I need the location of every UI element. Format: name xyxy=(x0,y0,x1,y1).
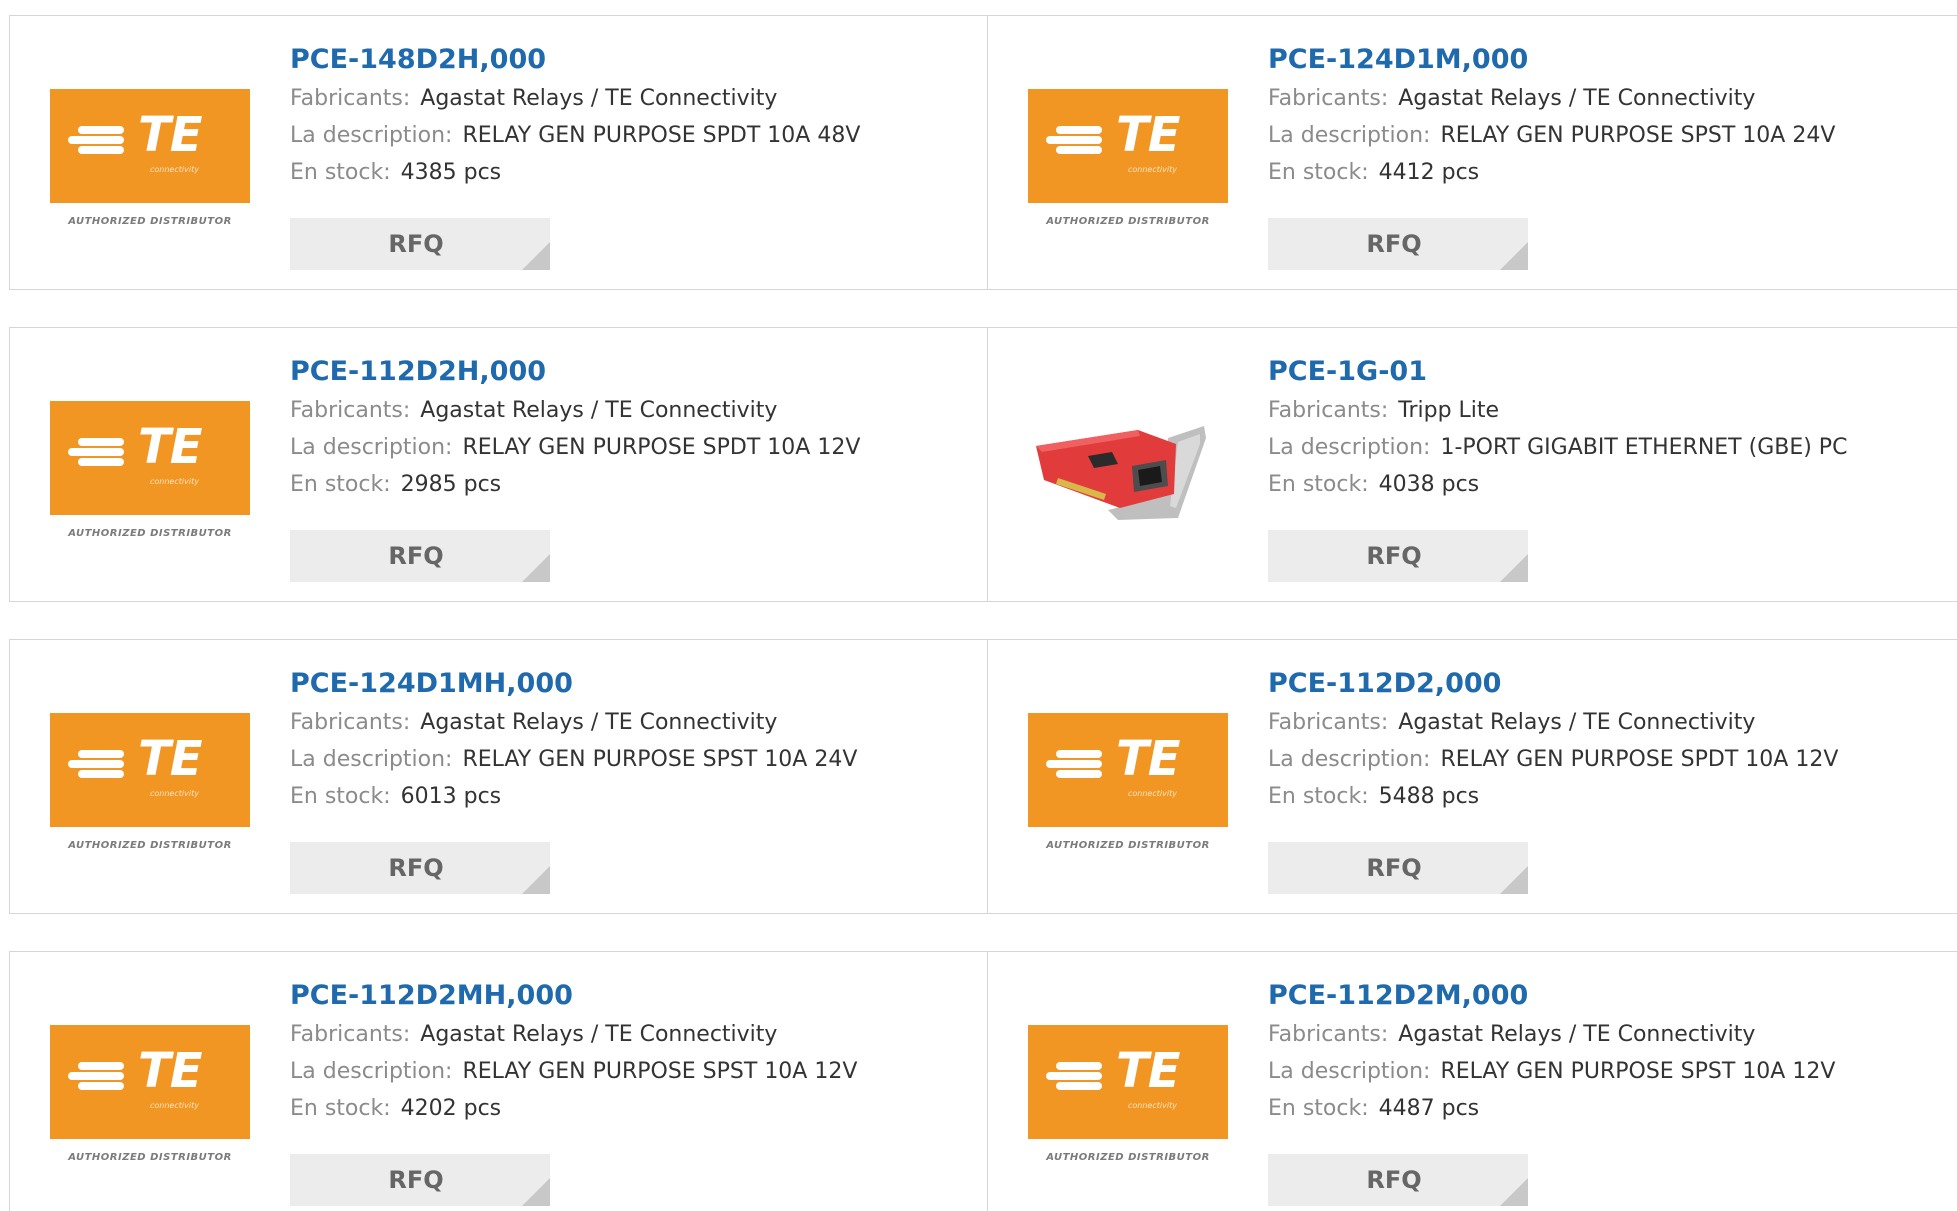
part-number-link[interactable]: PCE-148D2H,000 xyxy=(290,40,967,80)
product-row: TE connectivity AUTHORIZED DISTRIBUTOR PC… xyxy=(9,951,1957,1211)
rfq-button[interactable]: RFQ xyxy=(1268,842,1528,894)
stock-line: En stock: 4487 pcs xyxy=(1268,1096,1480,1121)
rfq-button[interactable]: RFQ xyxy=(1268,530,1528,582)
product-card: TE connectivity AUTHORIZED DISTRIBUTOR PC… xyxy=(988,952,1957,1211)
rfq-button[interactable]: RFQ xyxy=(1268,1154,1528,1206)
rfq-button[interactable]: RFQ xyxy=(290,842,550,894)
product-card: PCE-1G-01 Fabricants: Tripp Lite La descr… xyxy=(988,328,1957,601)
part-number-link[interactable]: PCE-112D2,000 xyxy=(1268,664,1938,704)
product-image[interactable]: TE connectivity AUTHORIZED DISTRIBUTOR xyxy=(50,992,250,1192)
manufacturer-line: Fabricants: Agastat Relays / TE Connectiv… xyxy=(1268,86,1756,111)
rfq-button[interactable]: RFQ xyxy=(290,218,550,270)
product-image[interactable] xyxy=(1028,368,1228,568)
product-image[interactable]: TE connectivity AUTHORIZED DISTRIBUTOR xyxy=(1028,680,1228,880)
rfq-button[interactable]: RFQ xyxy=(290,530,550,582)
part-number-link[interactable]: PCE-112D2M,000 xyxy=(1268,976,1938,1016)
part-number-link[interactable]: PCE-1G-01 xyxy=(1268,352,1938,392)
part-number-link[interactable]: PCE-112D2H,000 xyxy=(290,352,967,392)
stock-line: En stock: 4385 pcs xyxy=(290,160,502,185)
part-number-link[interactable]: PCE-124D1MH,000 xyxy=(290,664,967,704)
product-card: TE connectivity AUTHORIZED DISTRIBUTOR PC… xyxy=(10,952,988,1211)
product-image[interactable]: TE connectivity AUTHORIZED DISTRIBUTOR xyxy=(50,680,250,880)
network-card-image xyxy=(1028,368,1228,568)
product-card: TE connectivity AUTHORIZED DISTRIBUTOR PC… xyxy=(10,640,988,913)
description-line: La description: RELAY GEN PURPOSE SPDT 10… xyxy=(1268,747,1839,772)
product-card: TE connectivity AUTHORIZED DISTRIBUTOR PC… xyxy=(988,16,1957,289)
manufacturer-line: Fabricants: Agastat Relays / TE Connectiv… xyxy=(290,398,778,423)
stock-line: En stock: 4202 pcs xyxy=(290,1096,502,1121)
description-line: La description: RELAY GEN PURPOSE SPST 10… xyxy=(1268,1059,1836,1084)
product-image[interactable]: TE connectivity AUTHORIZED DISTRIBUTOR xyxy=(1028,56,1228,256)
product-row: TE connectivity AUTHORIZED DISTRIBUTOR PC… xyxy=(9,327,1957,602)
product-image[interactable]: TE connectivity AUTHORIZED DISTRIBUTOR xyxy=(1028,992,1228,1192)
part-number-link[interactable]: PCE-124D1M,000 xyxy=(1268,40,1938,80)
manufacturer-line: Fabricants: Agastat Relays / TE Connectiv… xyxy=(1268,1022,1756,1047)
product-card: TE connectivity AUTHORIZED DISTRIBUTOR PC… xyxy=(988,640,1957,913)
description-line: La description: RELAY GEN PURPOSE SPST 10… xyxy=(1268,123,1836,148)
te-connectivity-logo: TE connectivity AUTHORIZED DISTRIBUTOR xyxy=(1028,56,1228,256)
rfq-button[interactable]: RFQ xyxy=(290,1154,550,1206)
te-connectivity-logo: TE connectivity AUTHORIZED DISTRIBUTOR xyxy=(1028,992,1228,1192)
manufacturer-line: Fabricants: Agastat Relays / TE Connectiv… xyxy=(1268,710,1756,735)
stock-line: En stock: 6013 pcs xyxy=(290,784,502,809)
stock-line: En stock: 5488 pcs xyxy=(1268,784,1480,809)
manufacturer-line: Fabricants: Tripp Lite xyxy=(1268,398,1500,423)
stock-line: En stock: 4038 pcs xyxy=(1268,472,1480,497)
product-row: TE connectivity AUTHORIZED DISTRIBUTOR PC… xyxy=(9,15,1957,290)
rfq-button[interactable]: RFQ xyxy=(1268,218,1528,270)
description-line: La description: 1-PORT GIGABIT ETHERNET (… xyxy=(1268,435,1848,460)
te-connectivity-logo: TE connectivity AUTHORIZED DISTRIBUTOR xyxy=(50,56,250,256)
product-card: TE connectivity AUTHORIZED DISTRIBUTOR PC… xyxy=(10,16,988,289)
part-number-link[interactable]: PCE-112D2MH,000 xyxy=(290,976,967,1016)
manufacturer-line: Fabricants: Agastat Relays / TE Connectiv… xyxy=(290,1022,778,1047)
manufacturer-line: Fabricants: Agastat Relays / TE Connectiv… xyxy=(290,710,778,735)
product-card: TE connectivity AUTHORIZED DISTRIBUTOR PC… xyxy=(10,328,988,601)
manufacturer-line: Fabricants: Agastat Relays / TE Connectiv… xyxy=(290,86,778,111)
te-connectivity-logo: TE connectivity AUTHORIZED DISTRIBUTOR xyxy=(50,368,250,568)
stock-line: En stock: 4412 pcs xyxy=(1268,160,1480,185)
description-line: La description: RELAY GEN PURPOSE SPST 10… xyxy=(290,1059,858,1084)
product-image[interactable]: TE connectivity AUTHORIZED DISTRIBUTOR xyxy=(50,368,250,568)
description-line: La description: RELAY GEN PURPOSE SPDT 10… xyxy=(290,435,861,460)
description-line: La description: RELAY GEN PURPOSE SPST 10… xyxy=(290,747,858,772)
product-image[interactable]: TE connectivity AUTHORIZED DISTRIBUTOR xyxy=(50,56,250,256)
stock-line: En stock: 2985 pcs xyxy=(290,472,502,497)
description-line: La description: RELAY GEN PURPOSE SPDT 10… xyxy=(290,123,861,148)
te-connectivity-logo: TE connectivity AUTHORIZED DISTRIBUTOR xyxy=(50,680,250,880)
te-connectivity-logo: TE connectivity AUTHORIZED DISTRIBUTOR xyxy=(1028,680,1228,880)
product-row: TE connectivity AUTHORIZED DISTRIBUTOR PC… xyxy=(9,639,1957,914)
te-connectivity-logo: TE connectivity AUTHORIZED DISTRIBUTOR xyxy=(50,992,250,1192)
